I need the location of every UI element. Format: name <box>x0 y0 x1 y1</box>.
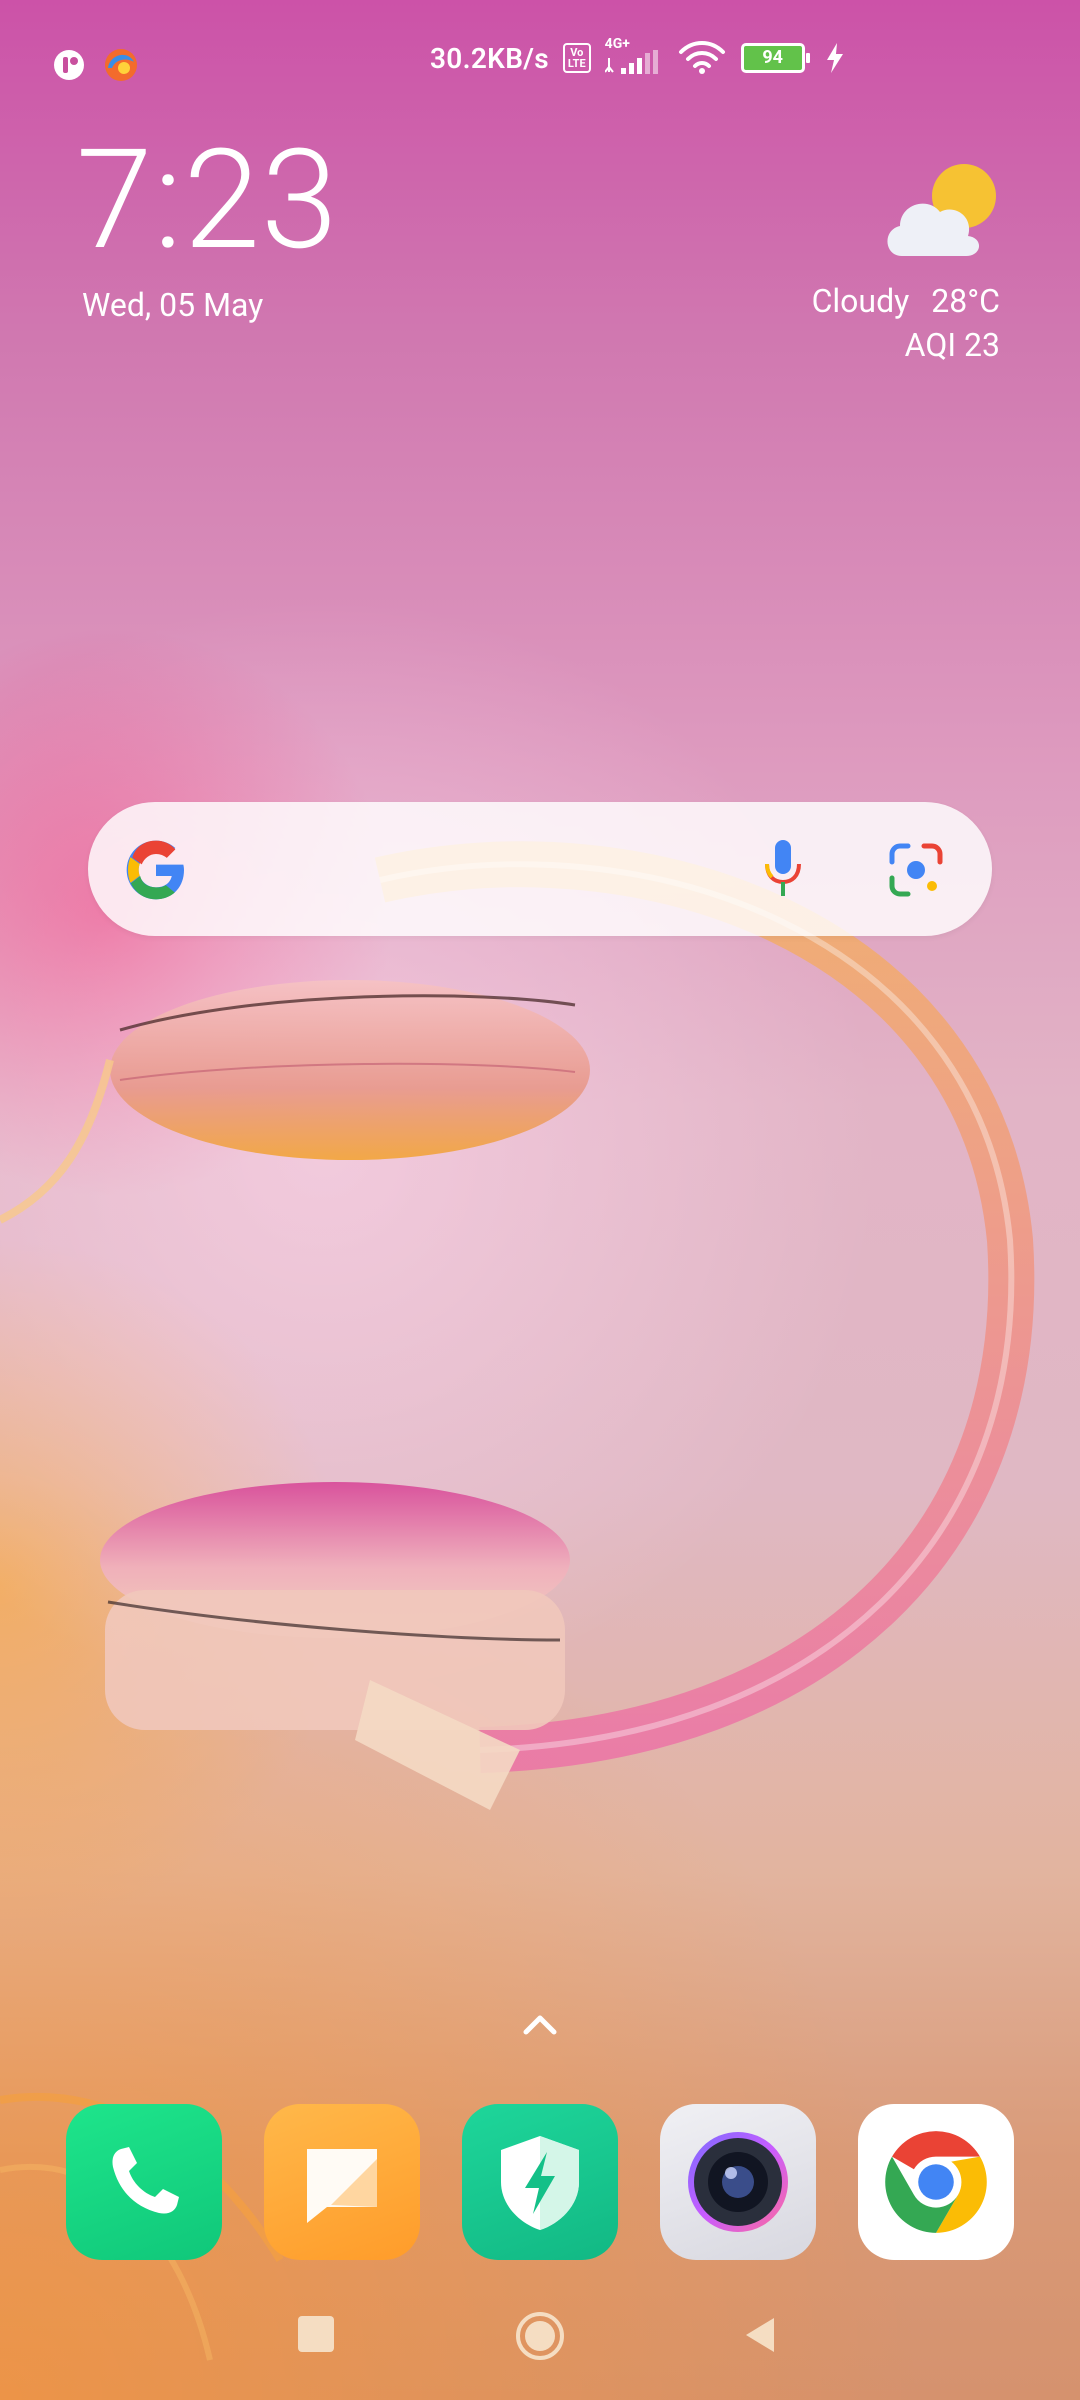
home-button[interactable] <box>514 2310 566 2362</box>
message-icon <box>307 2149 377 2223</box>
clock-date[interactable]: Wed, 05 May <box>82 286 263 324</box>
dock-messages-app[interactable] <box>264 2104 420 2260</box>
battery-icon: 94 <box>740 43 810 73</box>
dock-camera-app[interactable] <box>660 2104 816 2260</box>
chevron-up-icon[interactable] <box>522 2010 558 2038</box>
clock-time[interactable]: 7:23 <box>76 130 339 270</box>
volte-icon: Vo LTE <box>562 43 591 73</box>
cloudy-weather-icon[interactable] <box>880 160 1000 260</box>
lens-icon[interactable] <box>888 842 944 898</box>
camera-icon <box>688 2132 788 2232</box>
network-speed: 30.2KB/s <box>430 41 549 75</box>
dock-phone-app[interactable] <box>66 2104 222 2260</box>
weather-aqi[interactable]: AQI 23 <box>905 326 1000 364</box>
google-search-bar[interactable] <box>88 802 992 936</box>
weather-condition: Cloudy <box>811 282 910 320</box>
wifi-icon <box>678 41 725 74</box>
weather-temperature: 28°C <box>931 282 1000 320</box>
notification-app-icon <box>54 50 84 80</box>
status-bar: 30.2KB/s Vo LTE 4G+ 94 <box>0 0 1080 130</box>
google-icon[interactable] <box>124 838 188 902</box>
back-button[interactable] <box>740 2314 780 2356</box>
shield-icon <box>501 2136 579 2230</box>
phone-icon <box>112 2147 179 2214</box>
browser-notification-icon <box>105 49 137 81</box>
battery-level: 94 <box>762 47 783 68</box>
status-notification-icons <box>52 46 140 84</box>
status-system-indicators: 30.2KB/s Vo LTE 4G+ 94 <box>430 36 845 76</box>
dock-security-app[interactable] <box>462 2104 618 2260</box>
weather-summary[interactable]: Cloudy 28°C <box>812 282 1000 320</box>
cellular-signal-icon: 4G+ <box>604 36 663 76</box>
mic-icon[interactable] <box>758 838 808 900</box>
chrome-icon <box>885 2131 987 2233</box>
dock-chrome-app[interactable] <box>858 2104 1014 2260</box>
recents-button[interactable] <box>298 2316 334 2352</box>
charging-icon <box>826 43 843 73</box>
